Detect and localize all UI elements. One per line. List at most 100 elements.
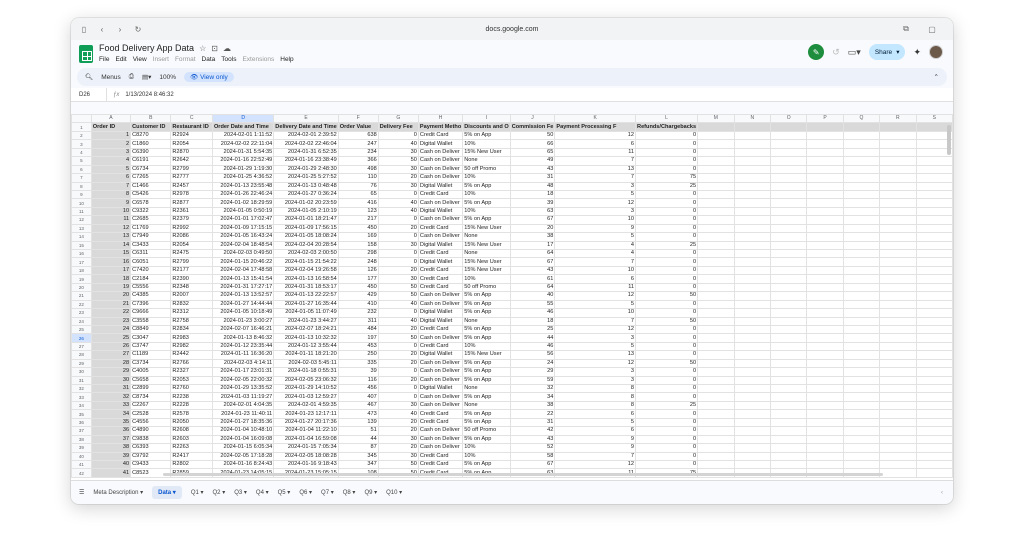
search-menus-icon[interactable]: 🔍︎	[85, 73, 93, 81]
cell[interactable]: Digital Wallet	[417, 350, 464, 360]
row-header[interactable]: 3	[71, 139, 92, 149]
empty-cell[interactable]	[879, 147, 917, 158]
cell[interactable]: 2024-01-23 3:44:27	[273, 316, 339, 326]
cell[interactable]: 0	[635, 282, 699, 293]
cell[interactable]: 50	[377, 156, 419, 166]
cell[interactable]: 50	[377, 291, 419, 301]
cell[interactable]: 139	[337, 417, 379, 428]
cell[interactable]: 75	[635, 173, 699, 183]
cell[interactable]: Cash on Deliver	[417, 367, 464, 377]
column-title-cell[interactable]: Order ID	[90, 122, 132, 132]
cell[interactable]: 11	[554, 147, 637, 158]
cell[interactable]: 2024-02-05 22:00:32	[211, 375, 275, 386]
empty-cell[interactable]	[806, 324, 844, 335]
cell[interactable]: 0	[635, 223, 699, 234]
column-title-cell[interactable]: Order Value	[337, 122, 379, 132]
empty-cell[interactable]	[879, 257, 917, 267]
empty-cell[interactable]	[733, 367, 771, 377]
cell[interactable]: 7	[554, 257, 637, 267]
cell[interactable]: C2899	[130, 383, 172, 394]
cell[interactable]: Cash on Deliver	[417, 426, 464, 436]
empty-cell[interactable]	[806, 215, 844, 225]
cell[interactable]: 42	[509, 426, 556, 436]
cell[interactable]: 2024-01-09 17:15:15	[211, 223, 275, 234]
empty-cell[interactable]	[697, 240, 735, 251]
cell[interactable]: 12	[554, 130, 637, 141]
empty-cell[interactable]	[806, 426, 844, 436]
menu-extensions[interactable]: Extensions	[242, 56, 274, 63]
cell[interactable]: Credit Card	[417, 248, 464, 259]
cell[interactable]: 65	[337, 189, 379, 200]
cell[interactable]: 2024-01-04 16:59:08	[273, 434, 339, 445]
column-header-g[interactable]: G	[377, 114, 419, 124]
cell[interactable]: 50	[509, 130, 556, 141]
cell[interactable]: 12	[554, 324, 637, 335]
empty-cell[interactable]	[915, 248, 953, 259]
empty-cell[interactable]	[733, 417, 771, 428]
cell[interactable]: 2024-01-01 17:02:47	[211, 215, 275, 225]
empty-cell[interactable]	[769, 215, 808, 225]
cell[interactable]: R2054	[170, 240, 213, 251]
cell[interactable]: 2024-01-12 3:55:44	[273, 341, 339, 352]
cell[interactable]: 11	[554, 282, 637, 293]
cell[interactable]: 2024-01-05 11:07:49	[273, 308, 339, 318]
sheet-tab[interactable]: Q1 ▾	[191, 489, 204, 496]
cell[interactable]: 22	[509, 409, 556, 419]
cell[interactable]: 0	[635, 299, 699, 310]
cell[interactable]: Digital Wallet	[417, 240, 464, 251]
cell[interactable]: 20	[377, 350, 419, 360]
empty-cell[interactable]	[879, 274, 917, 284]
cell[interactable]: 3	[554, 206, 637, 217]
cell[interactable]: 41	[90, 468, 132, 478]
cell[interactable]: Digital Wallet	[417, 257, 464, 267]
cell[interactable]: 5	[554, 189, 637, 200]
empty-cell[interactable]	[879, 417, 917, 428]
cell[interactable]: 6	[554, 274, 637, 284]
cell[interactable]: 64	[509, 248, 556, 259]
zoom-select[interactable]: 100%	[159, 74, 176, 81]
cell[interactable]: Cash on Deliver	[417, 173, 464, 183]
menu-file[interactable]: File	[99, 56, 109, 63]
cell[interactable]: 2024-01-25 4:36:52	[211, 173, 275, 183]
cell[interactable]: 6	[554, 426, 637, 436]
sheet-tab[interactable]: Q10 ▾	[386, 489, 402, 496]
row-header[interactable]: 29	[71, 358, 92, 369]
cell[interactable]: R2642	[170, 156, 213, 166]
empty-cell[interactable]	[915, 316, 953, 326]
cell[interactable]: 9	[554, 223, 637, 234]
cell[interactable]: 10%	[462, 443, 511, 453]
empty-cell[interactable]	[842, 358, 881, 369]
cell[interactable]: 44	[337, 434, 379, 445]
cell[interactable]: 0	[635, 248, 699, 259]
empty-cell[interactable]	[842, 383, 881, 394]
cell[interactable]: 2024-01-15 7:05:34	[273, 443, 339, 453]
cell[interactable]: 20	[377, 426, 419, 436]
cell[interactable]: 2024-01-09 17:56:15	[273, 223, 339, 234]
cell[interactable]: 335	[337, 358, 379, 369]
empty-cell[interactable]	[806, 274, 844, 284]
cell[interactable]: None	[462, 248, 511, 259]
empty-cell[interactable]	[769, 130, 808, 141]
cell[interactable]: 3	[554, 333, 637, 343]
cell[interactable]: C4385	[130, 291, 172, 301]
cell[interactable]: 3	[554, 367, 637, 377]
empty-cell[interactable]	[733, 189, 771, 200]
cell[interactable]: 30	[377, 451, 419, 461]
empty-cell[interactable]	[842, 316, 881, 326]
cell[interactable]: 456	[337, 383, 379, 394]
cell[interactable]: 0	[635, 350, 699, 360]
sheet-tab[interactable]: Q3 ▾	[234, 489, 247, 496]
cell[interactable]: R2870	[170, 147, 213, 158]
row-header[interactable]: 21	[71, 291, 92, 301]
cell[interactable]: 29	[509, 367, 556, 377]
menu-data[interactable]: Data	[202, 56, 216, 63]
empty-cell[interactable]	[915, 215, 953, 225]
cell[interactable]: 0	[635, 215, 699, 225]
cell[interactable]: R2457	[170, 181, 213, 191]
cell[interactable]: 43	[509, 164, 556, 175]
empty-cell[interactable]	[842, 333, 881, 343]
cell[interactable]: 2024-02-03 5:45:11	[273, 358, 339, 369]
cell[interactable]: 498	[337, 164, 379, 175]
cell[interactable]: 9	[554, 443, 637, 453]
empty-cell[interactable]	[733, 443, 771, 453]
